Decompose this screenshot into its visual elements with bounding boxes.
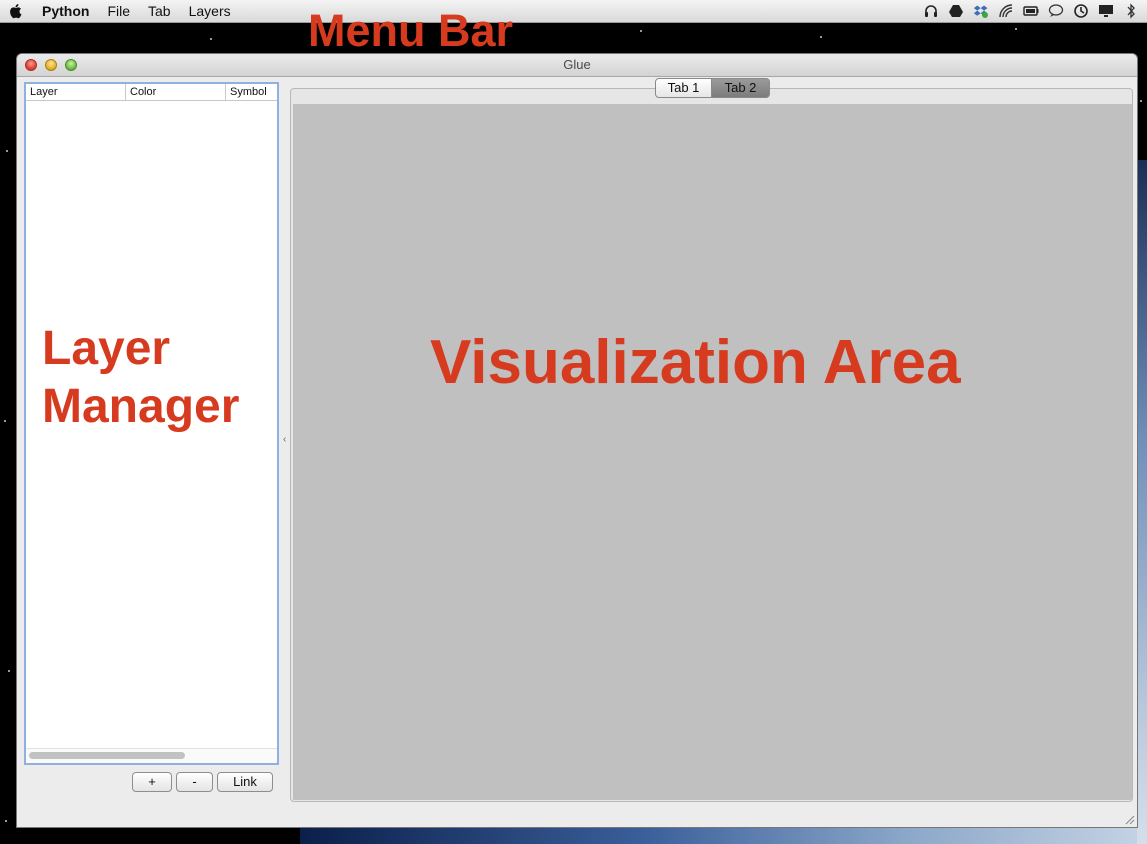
battery-icon[interactable] [1022, 2, 1039, 19]
close-button[interactable] [25, 59, 37, 71]
menu-bar: Python File Tab Layers [0, 0, 1147, 23]
star [4, 420, 6, 422]
chat-icon[interactable] [1047, 2, 1064, 19]
menu-layers[interactable]: Layers [189, 3, 231, 19]
scrollbar-thumb[interactable] [29, 752, 185, 759]
star [6, 150, 8, 152]
layer-table-header: Layer Color Symbol [26, 84, 277, 101]
earth-image [300, 825, 1147, 844]
dropbox-icon[interactable] [972, 2, 989, 19]
glue-window: Glue Layer Color Symbol + - Link ‹ Tab 1… [17, 54, 1137, 827]
star [8, 670, 10, 672]
column-header-color[interactable]: Color [126, 84, 226, 100]
remove-layer-button[interactable]: - [176, 772, 213, 792]
status-icons [922, 2, 1139, 19]
minimize-button[interactable] [45, 59, 57, 71]
display-icon[interactable] [1097, 2, 1114, 19]
annotation-layer-manager-line2: Manager [42, 380, 240, 433]
resize-grip-icon[interactable] [1123, 813, 1135, 825]
column-header-layer[interactable]: Layer [26, 84, 126, 100]
drive-icon[interactable] [947, 2, 964, 19]
star [210, 38, 212, 40]
bluetooth-icon[interactable] [1122, 2, 1139, 19]
star [820, 36, 822, 38]
maximize-button[interactable] [65, 59, 77, 71]
star [5, 820, 7, 822]
annotation-layer-manager-line1: Layer [42, 322, 171, 375]
visualization-area[interactable] [293, 104, 1132, 800]
menu-file[interactable]: File [107, 3, 130, 19]
column-header-symbol[interactable]: Symbol [226, 84, 277, 100]
window-title: Glue [563, 57, 591, 72]
add-layer-button[interactable]: + [132, 772, 172, 792]
link-button[interactable]: Link [217, 772, 273, 792]
star [1140, 100, 1142, 102]
splitter-handle-icon[interactable]: ‹ [283, 434, 286, 445]
headphones-icon[interactable] [922, 2, 939, 19]
window-titlebar[interactable]: Glue [17, 54, 1137, 77]
annotation-visualization-area: Visualization Area [430, 328, 961, 397]
earth-image-edge [1137, 160, 1147, 844]
menu-tab[interactable]: Tab [148, 3, 171, 19]
star [640, 30, 642, 32]
apple-icon[interactable] [8, 3, 26, 19]
horizontal-scrollbar[interactable] [26, 748, 277, 763]
tab-2[interactable]: Tab 2 [712, 78, 770, 98]
menu-python[interactable]: Python [42, 3, 89, 19]
time-machine-icon[interactable] [1072, 2, 1089, 19]
tab-bar: Tab 1 Tab 2 [655, 78, 770, 98]
tab-1[interactable]: Tab 1 [655, 78, 712, 98]
annotation-menu-bar: Menu Bar [308, 5, 514, 56]
star [1015, 28, 1017, 30]
wifi-icon[interactable] [997, 2, 1014, 19]
annotation-layer-manager: Layer Manager [42, 320, 239, 436]
